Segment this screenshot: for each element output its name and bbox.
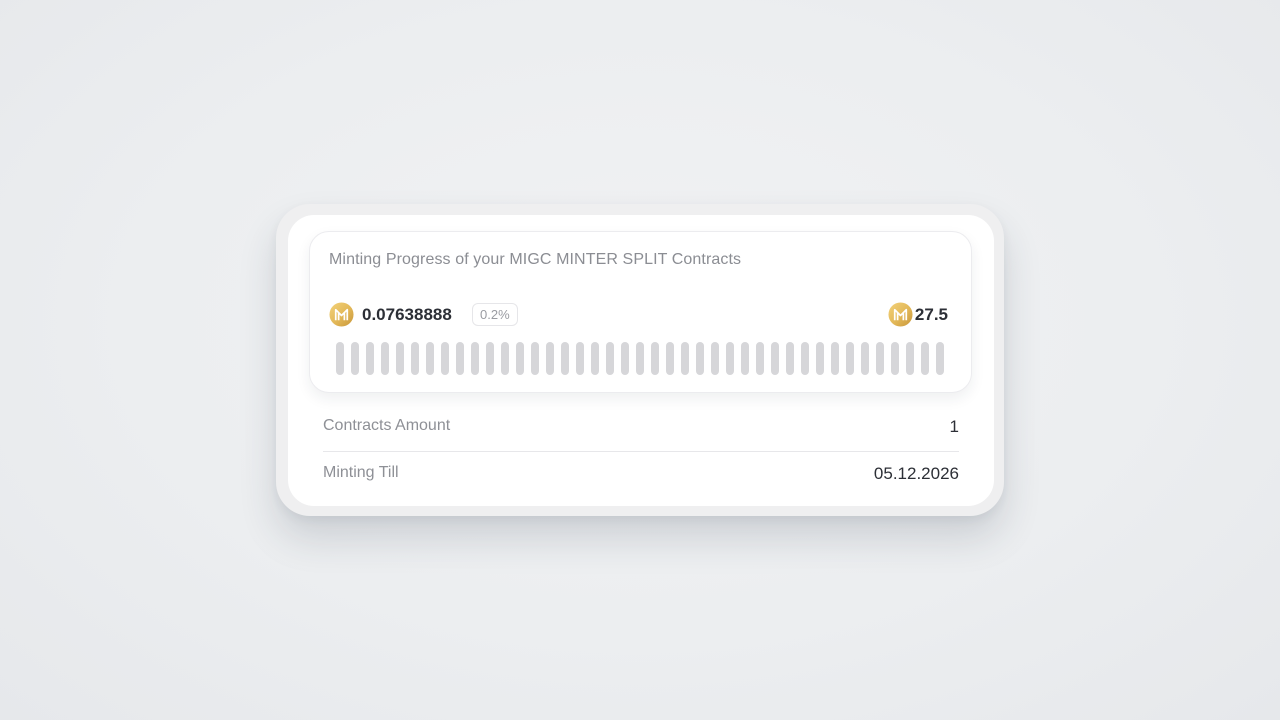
total-amount: 27.5 xyxy=(914,305,948,324)
progress-segment xyxy=(591,342,599,375)
detail-row-contracts: Contracts Amount 1 xyxy=(323,405,959,452)
detail-row-minting-till: Minting Till 05.12.2026 xyxy=(323,452,959,498)
progress-segment xyxy=(636,342,644,375)
progress-segment xyxy=(711,342,719,375)
contracts-amount-label: Contracts Amount xyxy=(323,417,451,434)
progress-segment xyxy=(546,342,554,375)
progress-segment xyxy=(666,342,674,375)
progress-segment xyxy=(516,342,524,375)
migc-coin-icon xyxy=(888,302,913,327)
progress-segment xyxy=(471,342,479,375)
segmented-progress-bar xyxy=(336,342,948,375)
minting-till-label: Minting Till xyxy=(323,464,399,481)
progress-segment xyxy=(531,342,539,375)
progress-segment xyxy=(891,342,899,375)
progress-segment xyxy=(441,342,449,375)
progress-segment xyxy=(741,342,749,375)
progress-segment xyxy=(861,342,869,375)
minting-till-value: 05.12.2026 xyxy=(873,464,959,483)
progress-segment xyxy=(876,342,884,375)
migc-coin-icon xyxy=(329,302,354,327)
progress-panel: Minting Progress of your MIGC MINTER SPL… xyxy=(309,231,972,393)
progress-segment xyxy=(756,342,764,375)
progress-segment xyxy=(606,342,614,375)
progress-segment xyxy=(831,342,839,375)
progress-segment xyxy=(576,342,584,375)
progress-segment xyxy=(336,342,344,375)
progress-segment xyxy=(816,342,824,375)
progress-segment xyxy=(786,342,794,375)
progress-segment xyxy=(381,342,389,375)
progress-segment xyxy=(621,342,629,375)
progress-segment xyxy=(651,342,659,375)
progress-segment xyxy=(726,342,734,375)
progress-segment xyxy=(696,342,704,375)
minting-progress-card: Minting Progress of your MIGC MINTER SPL… xyxy=(276,204,1004,516)
progress-segment xyxy=(411,342,419,375)
card-body: Minting Progress of your MIGC MINTER SPL… xyxy=(288,215,994,506)
progress-percent-badge: 0.2% xyxy=(472,303,518,326)
progress-segment xyxy=(771,342,779,375)
progress-segment xyxy=(456,342,464,375)
panel-title: Minting Progress of your MIGC MINTER SPL… xyxy=(329,251,742,268)
progress-segment xyxy=(351,342,359,375)
contracts-amount-value: 1 xyxy=(949,417,959,436)
current-amount: 0.07638888 xyxy=(362,305,452,324)
progress-segment xyxy=(486,342,494,375)
progress-segment xyxy=(906,342,914,375)
progress-segment xyxy=(681,342,689,375)
progress-segment xyxy=(561,342,569,375)
progress-segment xyxy=(366,342,374,375)
progress-segment xyxy=(396,342,404,375)
progress-segment xyxy=(501,342,509,375)
progress-segment xyxy=(801,342,809,375)
progress-segment xyxy=(936,342,944,375)
progress-segment xyxy=(426,342,434,375)
progress-segment xyxy=(846,342,854,375)
progress-segment xyxy=(921,342,929,375)
amounts-row: 0.07638888 0.2% 27.5 xyxy=(329,302,948,328)
